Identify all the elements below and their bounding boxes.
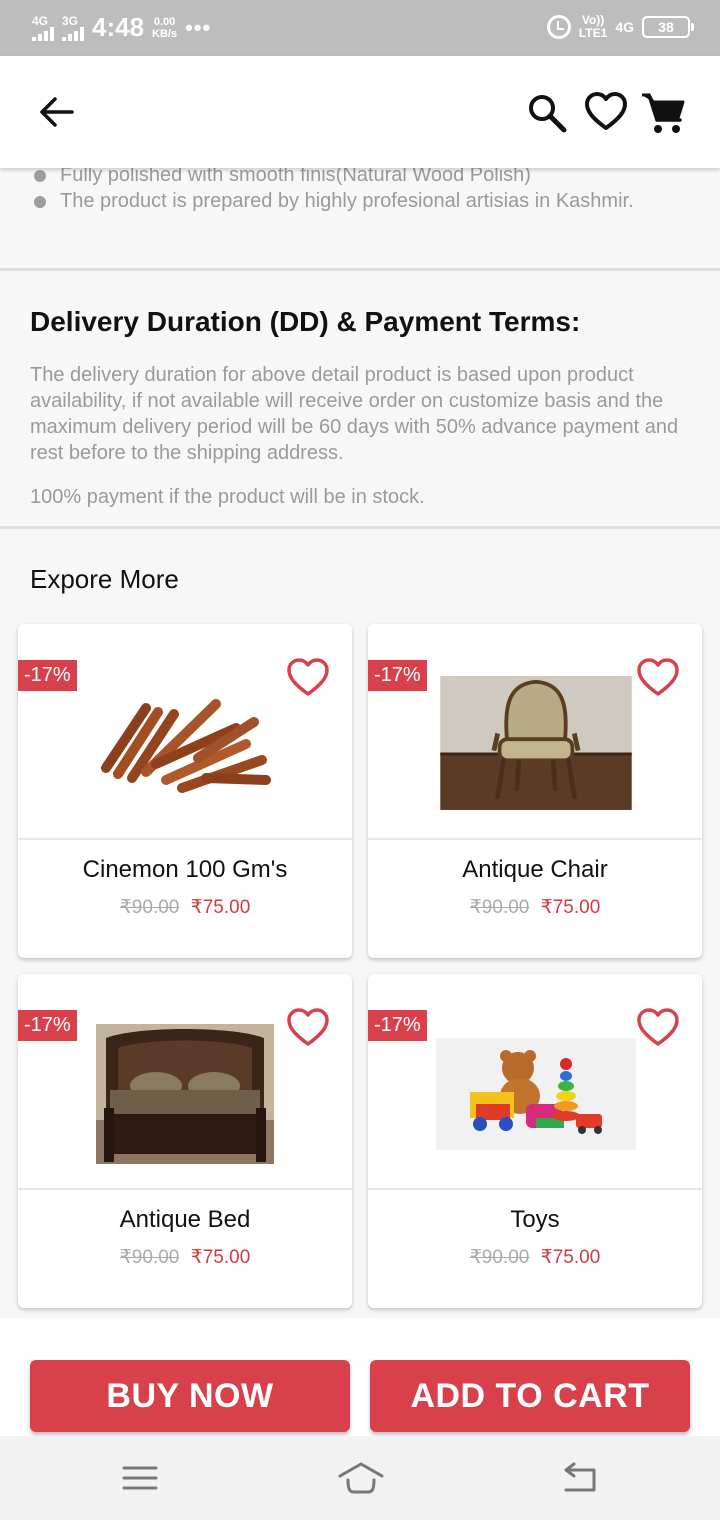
status-bar: 4G 3G 4:48 0.00 KB/s ••• Vo)) LTE1 4G 38 xyxy=(0,0,720,56)
back-arrow-icon[interactable] xyxy=(36,92,76,132)
volte-indicator: Vo)) LTE1 xyxy=(579,14,607,40)
product-image-cinnamon[interactable] xyxy=(86,668,286,808)
sale-price: ₹75.00 xyxy=(190,897,251,918)
product-prices: ₹90.00 ₹75.00 xyxy=(18,896,352,919)
product-card[interactable]: -17% Toys ₹90.00 ₹75.00 xyxy=(368,974,702,1308)
product-prices: ₹90.00 ₹75.00 xyxy=(368,1246,702,1269)
delivery-terms-title: Delivery Duration (DD) & Payment Terms: xyxy=(30,306,581,337)
explore-more-title: Expore More xyxy=(30,564,179,594)
app-header xyxy=(0,56,720,168)
buy-now-button[interactable]: BUY NOW xyxy=(30,1360,350,1432)
network-type-3: 4G xyxy=(615,19,634,35)
card-divider xyxy=(368,1188,702,1190)
feature-bullet: The product is prepared by highly profes… xyxy=(32,188,712,214)
product-image-antique-chair[interactable] xyxy=(436,676,636,810)
delivery-terms-body: The delivery duration for above detail p… xyxy=(30,364,679,464)
sale-price: ₹75.00 xyxy=(190,1247,251,1268)
system-navigation-bar xyxy=(0,1436,720,1520)
card-divider xyxy=(18,1188,352,1190)
sale-price: ₹75.00 xyxy=(540,1247,601,1268)
speed-value: 0.00 xyxy=(153,15,176,28)
original-price: ₹90.00 xyxy=(469,1247,530,1268)
action-bar: BUY NOW ADD TO CART xyxy=(0,1318,720,1436)
favorite-heart-icon[interactable] xyxy=(636,656,680,700)
product-name[interactable]: Toys xyxy=(368,1206,702,1234)
product-prices: ₹90.00 ₹75.00 xyxy=(18,1246,352,1269)
favorite-heart-icon[interactable] xyxy=(286,656,330,700)
product-image-toys[interactable] xyxy=(436,1038,636,1150)
section-divider xyxy=(0,268,720,271)
alarm-icon xyxy=(546,15,571,39)
signal-2: 3G xyxy=(62,15,84,41)
back-nav-icon[interactable] xyxy=(560,1460,600,1496)
search-icon[interactable] xyxy=(526,92,568,134)
battery-icon: 38 xyxy=(642,16,694,38)
product-card[interactable]: -17% Antique Bed ₹90.00 ₹75.00 xyxy=(18,974,352,1308)
section-divider xyxy=(0,526,720,529)
product-card[interactable]: -17% Antique Chair ₹90.00 ₹75.00 xyxy=(368,624,702,958)
battery-level: 38 xyxy=(658,19,674,35)
product-feature-list: Fully polished with smooth finis(Natural… xyxy=(32,168,712,214)
original-price: ₹90.00 xyxy=(469,897,530,918)
status-right: Vo)) LTE1 4G 38 xyxy=(546,14,694,40)
discount-badge: -17% xyxy=(18,1010,77,1041)
original-price: ₹90.00 xyxy=(119,897,180,918)
network-speed: 0.00 KB/s xyxy=(152,16,177,40)
speed-unit: KB/s xyxy=(152,27,178,40)
sale-price: ₹75.00 xyxy=(540,897,601,918)
discount-badge: -17% xyxy=(368,1010,427,1041)
favorite-heart-icon[interactable] xyxy=(636,1006,680,1050)
cart-icon[interactable] xyxy=(640,90,686,136)
product-name[interactable]: Antique Chair xyxy=(368,856,702,884)
signal-1: 4G xyxy=(32,15,54,41)
signal-bars-icon xyxy=(62,26,84,41)
card-divider xyxy=(18,838,352,840)
product-image-antique-bed[interactable] xyxy=(96,1024,274,1164)
favorite-heart-icon[interactable] xyxy=(286,1006,330,1050)
network-type-1: 4G xyxy=(32,13,49,28)
more-notifications-icon: ••• xyxy=(185,14,212,40)
original-price: ₹90.00 xyxy=(119,1247,180,1268)
wishlist-heart-icon[interactable] xyxy=(584,90,628,134)
product-content[interactable]: Fully polished with smooth finis(Natural… xyxy=(0,168,720,1318)
discount-badge: -17% xyxy=(368,660,427,691)
add-to-cart-button[interactable]: ADD TO CART xyxy=(370,1360,690,1432)
discount-badge: -17% xyxy=(18,660,77,691)
card-divider xyxy=(368,838,702,840)
payment-note: 100% payment if the product will be in s… xyxy=(30,486,425,508)
lte-label: LTE1 xyxy=(578,26,608,40)
clock: 4:48 xyxy=(92,12,145,42)
feature-bullet: Fully polished with smooth finis(Natural… xyxy=(32,168,712,188)
product-name[interactable]: Antique Bed xyxy=(18,1206,352,1234)
product-prices: ₹90.00 ₹75.00 xyxy=(368,896,702,919)
product-card[interactable]: -17% Cinemon 100 Gm's ₹90.00 ₹75.00 xyxy=(18,624,352,958)
signal-bars-icon xyxy=(32,26,54,41)
status-left: 4G 3G 4:48 0.00 KB/s ••• xyxy=(32,12,211,43)
home-icon[interactable] xyxy=(336,1460,386,1496)
menu-icon[interactable] xyxy=(120,1460,160,1496)
network-type-2: 3G xyxy=(62,13,79,28)
product-name[interactable]: Cinemon 100 Gm's xyxy=(18,856,352,884)
